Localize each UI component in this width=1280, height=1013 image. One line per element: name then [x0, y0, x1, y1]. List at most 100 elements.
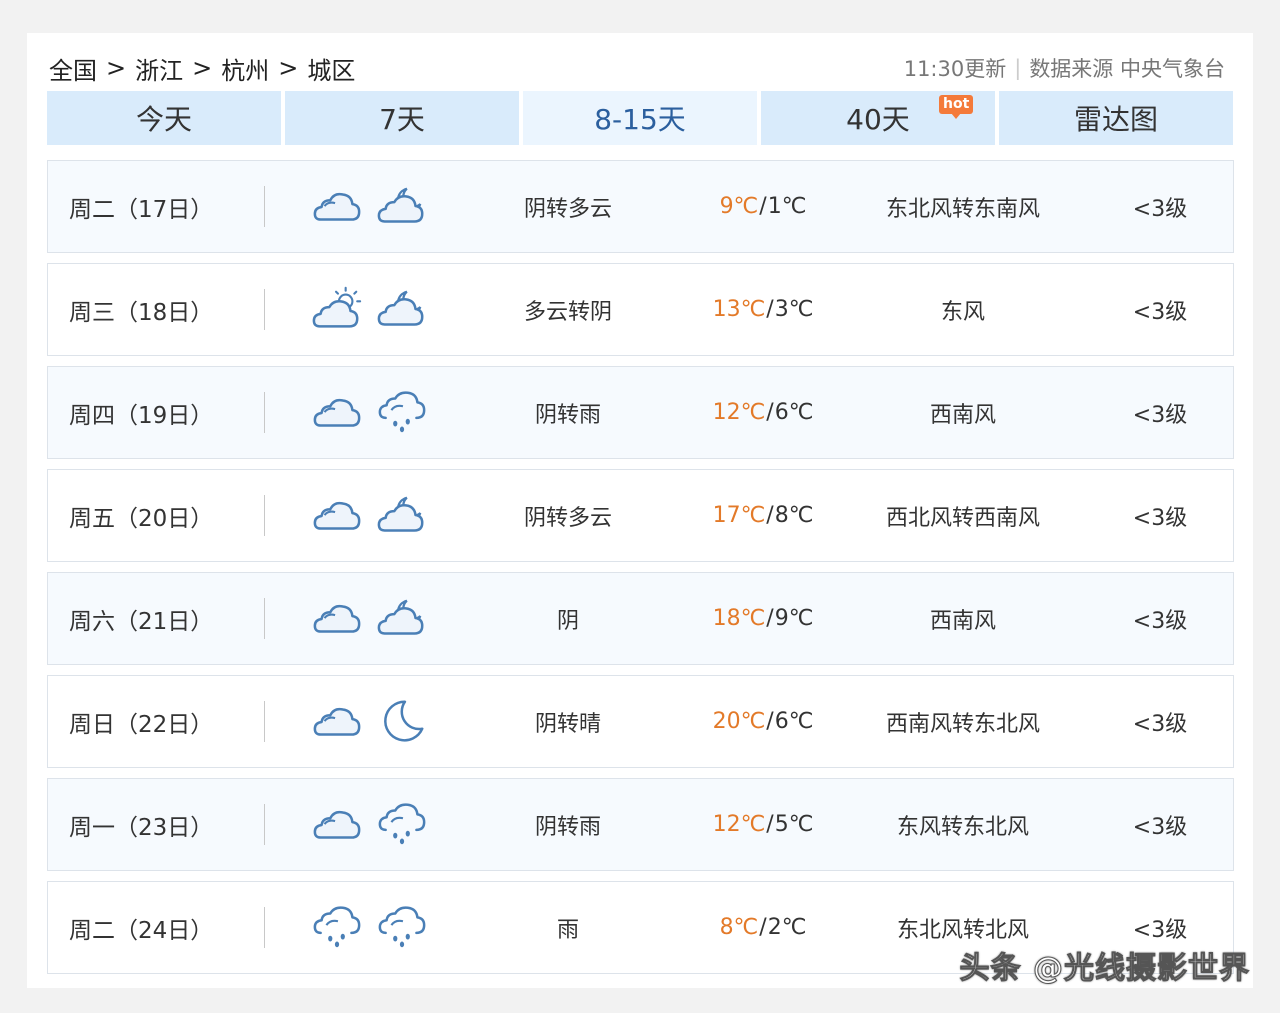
day-label: 周三（18日） — [69, 299, 214, 326]
cloudy-icon — [313, 604, 361, 633]
wind-level: <3级 — [1132, 505, 1188, 531]
low-temp: 1℃ — [767, 194, 807, 219]
forecast-row: 周五（20日） 阴转多云 17℃/8℃ 西北风转西南风 <3级 — [47, 469, 1234, 562]
source-info: 11:30更新 | 数据来源 中央气象台 — [904, 53, 1225, 83]
wind-direction: 西南风转东北风 — [885, 711, 1040, 737]
tab-label: 雷达图 — [1073, 103, 1158, 136]
temperature: 17℃/8℃ — [668, 470, 858, 561]
temperature: 13℃/3℃ — [668, 264, 858, 355]
temperature: 8℃/2℃ — [668, 882, 858, 973]
wind-level: <3级 — [1132, 196, 1188, 222]
tab-7-days[interactable]: 7天 — [285, 91, 519, 145]
wind-level: <3级 — [1132, 402, 1188, 428]
low-temp: 5℃ — [774, 812, 814, 837]
temp-separator: / — [766, 400, 774, 425]
high-temp: 13℃ — [712, 297, 766, 322]
temp-separator: / — [766, 606, 774, 631]
temperature: 20℃/6℃ — [668, 676, 858, 767]
weather-icons — [311, 470, 451, 561]
high-temp: 12℃ — [712, 812, 766, 837]
tab-bar: 今天 7天 8-15天 40天 hot 雷达图 — [47, 91, 1234, 145]
tab-today[interactable]: 今天 — [47, 91, 281, 145]
low-temp: 8℃ — [774, 503, 814, 528]
watermark: 头条 @光线摄影世界 — [959, 951, 1250, 987]
partly-cloudy-night-icon — [377, 599, 424, 635]
partly-cloudy-night-icon — [377, 187, 424, 223]
cloudy-icon — [313, 192, 361, 221]
weather-description: 阴转晴 — [534, 711, 601, 737]
low-temp: 6℃ — [774, 400, 814, 425]
tab-label: 8-15天 — [594, 103, 686, 136]
wind-level: <3级 — [1132, 814, 1188, 840]
forecast-row: 周二（17日） 阴转多云 9℃/1℃ 东北风转东南风 <3级 — [47, 160, 1234, 253]
rain-icon — [313, 905, 361, 947]
low-temp: 6℃ — [774, 709, 814, 734]
weather-description: 阴转多云 — [523, 505, 612, 531]
temp-separator: / — [766, 812, 774, 837]
partly-cloudy-day-icon — [312, 286, 362, 328]
partly-cloudy-night-icon — [377, 496, 424, 532]
day-label: 周日（22日） — [69, 711, 214, 738]
low-temp: 3℃ — [774, 297, 814, 322]
rain-icon — [378, 802, 426, 844]
wind-direction: 东北风转东南风 — [885, 196, 1040, 222]
day-label: 周二（17日） — [69, 196, 214, 223]
high-temp: 9℃ — [719, 194, 759, 219]
tab-radar[interactable]: 雷达图 — [999, 91, 1233, 145]
forecast-list: 周二（17日） 阴转多云 9℃/1℃ 东北风转东南风 <3级 周三（18日） 多云转阴 13℃… — [47, 160, 1234, 984]
day-label: 周五（20日） — [69, 505, 214, 532]
temp-separator: / — [766, 709, 774, 734]
high-temp: 8℃ — [719, 915, 759, 940]
divider-line — [264, 598, 265, 639]
day-label: 周六（21日） — [69, 608, 214, 635]
divider-line — [264, 392, 265, 433]
divider-line — [264, 289, 265, 330]
temperature: 18℃/9℃ — [668, 573, 858, 664]
temp-separator: / — [766, 503, 774, 528]
cloudy-icon — [313, 501, 361, 530]
weather-icons — [311, 882, 451, 973]
breadcrumb-province[interactable]: 浙江 — [135, 51, 183, 86]
breadcrumb-separator: > — [192, 54, 213, 82]
top-bar: 全国 > 浙江 > 杭州 > 城区 11:30更新 | 数据来源 中央气象台 — [49, 51, 1225, 85]
wind-direction: 西北风转西南风 — [885, 505, 1040, 531]
breadcrumb-country[interactable]: 全国 — [49, 51, 97, 86]
cloudy-icon — [313, 810, 361, 839]
weather-description: 阴转雨 — [534, 814, 601, 840]
tab-8-15-days[interactable]: 8-15天 — [523, 91, 757, 145]
temperature: 12℃/5℃ — [668, 779, 858, 870]
low-temp: 2℃ — [767, 915, 807, 940]
weather-description: 阴 — [556, 608, 579, 634]
rain-icon — [378, 390, 426, 432]
tab-label: 7天 — [379, 103, 425, 136]
wind-direction: 东风 — [940, 299, 985, 325]
wind-level: <3级 — [1132, 608, 1188, 634]
weather-icons — [311, 676, 451, 767]
temp-separator: / — [766, 297, 774, 322]
divider-line — [264, 186, 265, 227]
forecast-row: 周四（19日） 阴转雨 12℃/6℃ 西南风 <3级 — [47, 366, 1234, 459]
weather-description: 多云转阴 — [523, 299, 612, 325]
high-temp: 17℃ — [712, 503, 766, 528]
forecast-row: 周六（21日） 阴 18℃/9℃ 西南风 <3级 — [47, 572, 1234, 665]
weather-icons — [311, 779, 451, 870]
divider-line — [264, 907, 265, 948]
weather-icons — [311, 264, 451, 355]
tab-40-days[interactable]: 40天 hot — [761, 91, 995, 145]
rain-icon — [378, 905, 426, 947]
hot-badge: hot — [939, 95, 974, 119]
high-temp: 12℃ — [712, 400, 766, 425]
divider-line — [264, 804, 265, 845]
breadcrumb-district: 城区 — [307, 56, 356, 85]
breadcrumb: 全国 > 浙江 > 杭州 > 城区 — [49, 51, 355, 86]
weather-icons — [311, 367, 451, 458]
temperature: 9℃/1℃ — [668, 161, 858, 252]
wind-direction: 西南风 — [929, 402, 996, 428]
partly-cloudy-night-icon — [377, 290, 424, 326]
breadcrumb-separator: > — [278, 54, 299, 82]
day-label: 周二（24日） — [69, 917, 214, 944]
wind-level: <3级 — [1132, 711, 1188, 737]
high-temp: 18℃ — [712, 606, 766, 631]
breadcrumb-city[interactable]: 杭州 — [221, 51, 269, 86]
data-source: 数据来源 中央气象台 — [1029, 57, 1225, 81]
